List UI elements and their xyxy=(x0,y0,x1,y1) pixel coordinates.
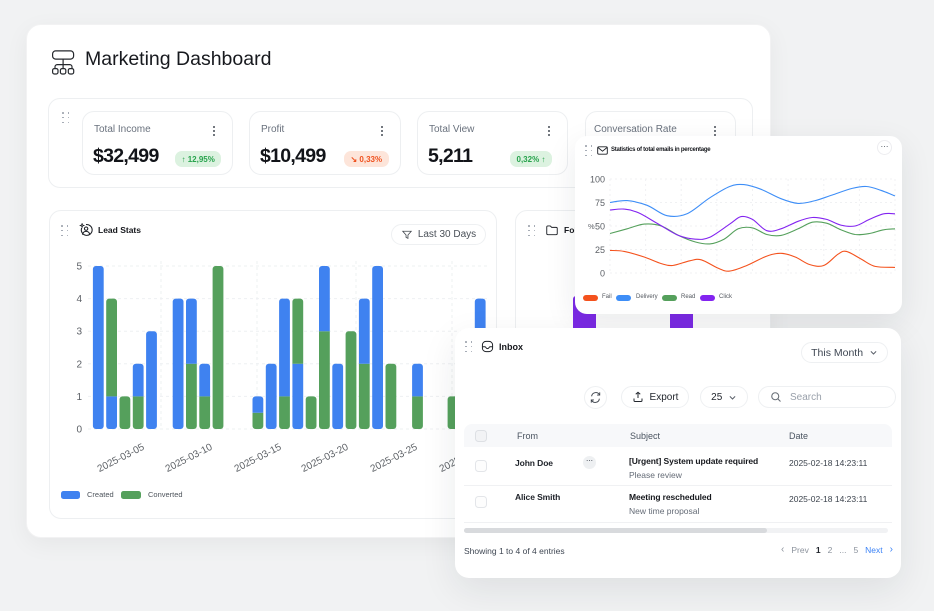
svg-text:2025-03-05: 2025-03-05 xyxy=(96,442,147,475)
svg-text:0: 0 xyxy=(76,425,82,436)
svg-text:2: 2 xyxy=(76,359,82,370)
svg-text:100: 100 xyxy=(590,175,605,185)
svg-text:1: 1 xyxy=(76,392,82,403)
svg-text:0: 0 xyxy=(600,269,605,279)
svg-text:5: 5 xyxy=(76,262,82,273)
svg-text:2025-03-15: 2025-03-15 xyxy=(233,442,284,475)
svg-text:2025-03-20: 2025-03-20 xyxy=(300,442,351,475)
svg-text:3: 3 xyxy=(76,327,82,338)
svg-text:25: 25 xyxy=(595,245,605,255)
svg-text:%: % xyxy=(588,222,595,231)
svg-text:2025-03-10: 2025-03-10 xyxy=(164,442,215,475)
svg-text:50: 50 xyxy=(595,222,605,232)
svg-text:75: 75 xyxy=(595,198,605,208)
svg-text:2025-03-25: 2025-03-25 xyxy=(369,442,420,475)
svg-text:4: 4 xyxy=(76,294,82,305)
